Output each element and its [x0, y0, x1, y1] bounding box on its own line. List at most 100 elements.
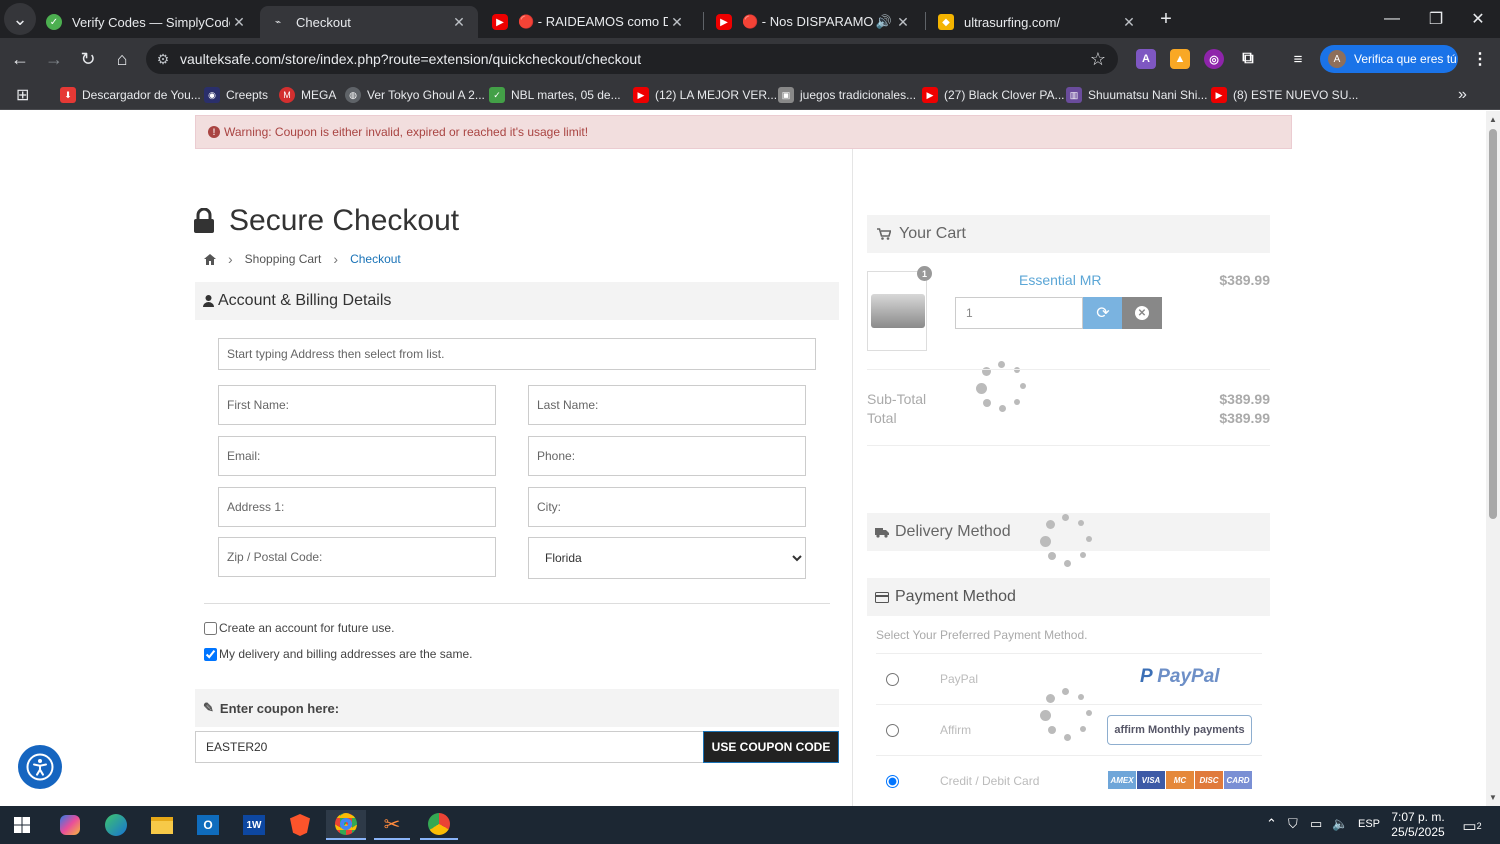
close-icon[interactable]: ✕ — [1120, 14, 1138, 31]
breadcrumb-current[interactable]: Checkout — [350, 252, 401, 266]
bookmark-7[interactable]: ▶ (27) Black Clover PA... — [922, 86, 1064, 104]
outlook-icon[interactable]: O — [192, 810, 224, 840]
page-scrollbar[interactable]: ▲ ▼ — [1486, 111, 1500, 806]
extension-vpn-icon[interactable]: ◎ — [1204, 49, 1224, 69]
quantity-input[interactable] — [955, 297, 1083, 329]
tab-separator — [703, 12, 704, 30]
url-text[interactable]: vaulteksafe.com/store/index.php?route=ex… — [180, 51, 1078, 67]
edge-icon[interactable] — [100, 810, 132, 840]
cart-divider — [867, 445, 1270, 446]
bookmark-0[interactable]: ⬇ Descargador de You... — [60, 86, 201, 104]
tab-checkout[interactable]: ⌁ Checkout ✕ — [260, 6, 478, 38]
chevron-up-icon[interactable]: ⌃ — [1266, 816, 1277, 832]
breadcrumb-cart-link[interactable]: Shopping Cart — [245, 252, 322, 266]
address1-field[interactable] — [218, 487, 496, 527]
first-name-field[interactable] — [218, 385, 496, 425]
coupon-code-input[interactable] — [195, 731, 704, 763]
scroll-down-icon[interactable]: ▼ — [1488, 793, 1498, 802]
tray-app-icon[interactable]: ⛉ — [1288, 816, 1298, 832]
chrome-profile-icon[interactable] — [420, 810, 458, 840]
bookmark-9[interactable]: ▶ (8) ESTE NUEVO SU... — [1211, 86, 1358, 104]
city-field[interactable] — [528, 487, 806, 527]
audio-playing-icon[interactable]: 🔊 — [874, 14, 894, 30]
media-control-icon[interactable]: ≡ — [1288, 49, 1308, 69]
file-explorer-icon[interactable] — [146, 810, 178, 840]
menu-kebab-icon[interactable]: ⋮ — [1470, 49, 1490, 69]
tab-youtube-raideamos[interactable]: ▶ 🔴 - RAIDEAMOS como DIOSES ✕ — [482, 6, 696, 38]
product-name-link[interactable]: Essential MR — [1019, 272, 1101, 288]
home-icon[interactable]: ⌂ — [106, 43, 138, 75]
create-account-option[interactable]: Create an account for future use. — [204, 621, 394, 635]
site-info-icon[interactable]: ⚙ — [146, 51, 180, 68]
same-address-option[interactable]: My delivery and billing addresses are th… — [204, 647, 472, 661]
brave-icon[interactable] — [284, 810, 316, 840]
card-radio[interactable] — [886, 775, 899, 788]
copilot-icon[interactable] — [54, 810, 86, 840]
notification-icon[interactable]: ▭ 2 — [1458, 814, 1486, 838]
close-icon[interactable]: ✕ — [230, 14, 248, 31]
reload-icon[interactable]: ↻ — [72, 43, 104, 75]
language-indicator[interactable]: ESP — [1358, 818, 1380, 830]
refresh-quantity-icon[interactable]: ⟳ — [1083, 297, 1123, 329]
whatsapp-web-icon[interactable]: 1W — [238, 810, 270, 840]
home-icon[interactable] — [204, 253, 216, 265]
bookmark-6[interactable]: ▣ juegos tradicionales... — [778, 86, 916, 104]
bookmark-3[interactable]: ◍ Ver Tokyo Ghoul A 2... — [345, 86, 485, 104]
chrome-icon[interactable] — [326, 810, 366, 840]
volume-icon[interactable]: 🔈 — [1332, 816, 1348, 832]
tab-search-icon[interactable]: ⌄ — [4, 3, 36, 35]
back-icon[interactable]: ← — [4, 43, 36, 75]
apps-grid-icon[interactable]: ⊞ — [16, 86, 29, 104]
email-field[interactable] — [218, 436, 496, 476]
cart-heading: Your Cart — [899, 225, 966, 242]
close-icon[interactable]: ✕ — [894, 14, 912, 31]
more-bookmarks-icon[interactable]: » — [1458, 86, 1467, 104]
product-thumbnail[interactable] — [867, 271, 927, 351]
bookmark-4[interactable]: ✓ NBL martes, 05 de... — [489, 86, 621, 104]
accessibility-icon[interactable] — [18, 745, 62, 789]
phone-field[interactable] — [528, 436, 806, 476]
scroll-up-icon[interactable]: ▲ — [1488, 115, 1498, 124]
title-text: Secure Checkout — [229, 204, 460, 237]
close-icon[interactable]: ✕ — [668, 14, 686, 31]
remove-item-icon[interactable]: ✕ — [1122, 297, 1162, 329]
bookmark-1[interactable]: ◉ Creepts — [204, 86, 268, 104]
network-icon[interactable]: ▭ — [1310, 816, 1322, 832]
state-select[interactable]: Florida — [528, 537, 806, 579]
bookmark-5[interactable]: ▶ (12) LA MEJOR VER... — [633, 86, 777, 104]
product-image — [871, 294, 925, 328]
extension-a-icon[interactable]: A — [1136, 49, 1156, 69]
extension-drive-icon[interactable]: ▲ — [1170, 49, 1190, 69]
checkout-icon: ⌁ — [274, 16, 282, 28]
same-address-checkbox[interactable] — [204, 647, 217, 661]
extensions-puzzle-icon[interactable]: ⧉ — [1238, 49, 1258, 69]
use-coupon-button[interactable]: USE COUPON CODE — [703, 731, 839, 763]
payment-option-card[interactable]: Credit / Debit Card AMEX VISA MC DISC CA… — [876, 755, 1262, 806]
bookmark-star-icon[interactable]: ☆ — [1078, 49, 1118, 70]
address-bar[interactable]: ⚙ vaulteksafe.com/store/index.php?route=… — [146, 44, 1118, 74]
create-account-checkbox[interactable] — [204, 621, 217, 635]
last-name-field[interactable] — [528, 385, 806, 425]
profile-button[interactable]: A Verifica que eres tú — [1320, 45, 1458, 73]
forward-icon[interactable]: → — [38, 43, 70, 75]
bookmark-2[interactable]: M MEGA — [279, 86, 336, 104]
windows-start-icon[interactable] — [6, 810, 38, 840]
scrollbar-thumb[interactable] — [1489, 129, 1497, 519]
tab-ultrasurfing[interactable]: ◆ ultrasurfing.com/ ✕ — [928, 6, 1148, 38]
zip-field[interactable] — [218, 537, 496, 577]
tab-simplycodes[interactable]: ✓ Verify Codes — SimplyCodes ✕ — [36, 6, 258, 38]
restore-icon[interactable]: ❐ — [1414, 0, 1458, 38]
total-label: Total — [867, 410, 897, 426]
minimize-icon[interactable]: — — [1370, 0, 1414, 38]
tab-title: Verify Codes — SimplyCodes — [72, 14, 230, 30]
close-icon[interactable]: ✕ — [450, 14, 468, 31]
new-tab-icon[interactable]: + — [1150, 3, 1182, 35]
address-search-input[interactable] — [218, 338, 816, 370]
bookmark-8[interactable]: ▥ Shuumatsu Nani Shi... — [1066, 86, 1207, 104]
tab-youtube-disparamos[interactable]: ▶ 🔴 - Nos DISPARAMOS desde 🔊 ✕ — [706, 6, 922, 38]
paypal-radio[interactable] — [886, 673, 899, 686]
clock[interactable]: 7:07 p. m. 25/5/2025 — [1384, 810, 1452, 840]
close-window-icon[interactable]: ✕ — [1456, 0, 1500, 38]
affirm-radio[interactable] — [886, 724, 899, 737]
snipping-tool-icon[interactable]: ✂ — [374, 810, 410, 840]
